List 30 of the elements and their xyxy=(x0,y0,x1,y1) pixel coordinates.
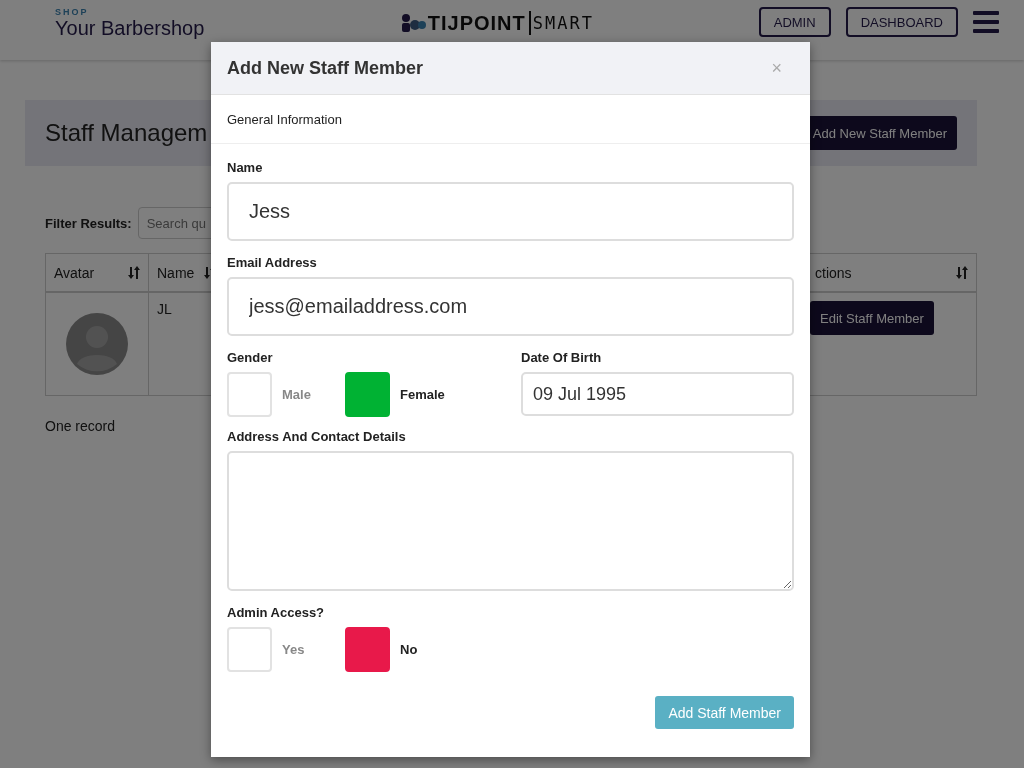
nav-button[interactable]: DASHBOARD xyxy=(845,7,958,37)
edit-staff-button[interactable]: Edit Staff Member xyxy=(810,301,934,335)
choice-label: Female xyxy=(400,387,445,402)
column-header[interactable]: Name xyxy=(157,264,195,281)
field-label: Gender xyxy=(227,350,274,365)
page-title: Staff Managem xyxy=(45,119,208,147)
logo-subtext: SMART xyxy=(532,13,594,33)
section-heading: General Information xyxy=(211,95,810,144)
field-label: Email Address xyxy=(227,255,318,270)
column-header[interactable]: ctions xyxy=(815,264,852,281)
logo-text: TIJPOINT xyxy=(427,11,531,35)
modal-title: Add New Staff Member xyxy=(227,57,424,79)
filter-label: Filter Results: xyxy=(45,215,132,231)
nav-button[interactable]: ADMIN xyxy=(758,7,831,37)
table-cell: JL xyxy=(157,301,172,317)
choice-label: No xyxy=(400,642,418,657)
input-field[interactable]: 09 Jul 1995 xyxy=(521,372,794,416)
choice-label: Male xyxy=(282,387,311,402)
field-label: Name xyxy=(227,160,264,175)
input-field[interactable]: Jess xyxy=(227,182,794,241)
record-count: One record xyxy=(45,418,116,434)
field-label: Date Of Birth xyxy=(521,350,603,365)
column-header[interactable]: Avatar xyxy=(54,264,95,281)
shop-label: SHOP xyxy=(55,7,90,17)
input-field[interactable]: jess@emailaddress.com xyxy=(227,277,794,336)
submit-button[interactable]: Add Staff Member xyxy=(655,696,794,729)
choice-label: Yes xyxy=(282,642,305,657)
field-label: Address And Contact Details xyxy=(227,429,407,444)
field-label: Admin Access? xyxy=(227,605,326,620)
shop-name: Your Barbershop xyxy=(55,17,206,40)
